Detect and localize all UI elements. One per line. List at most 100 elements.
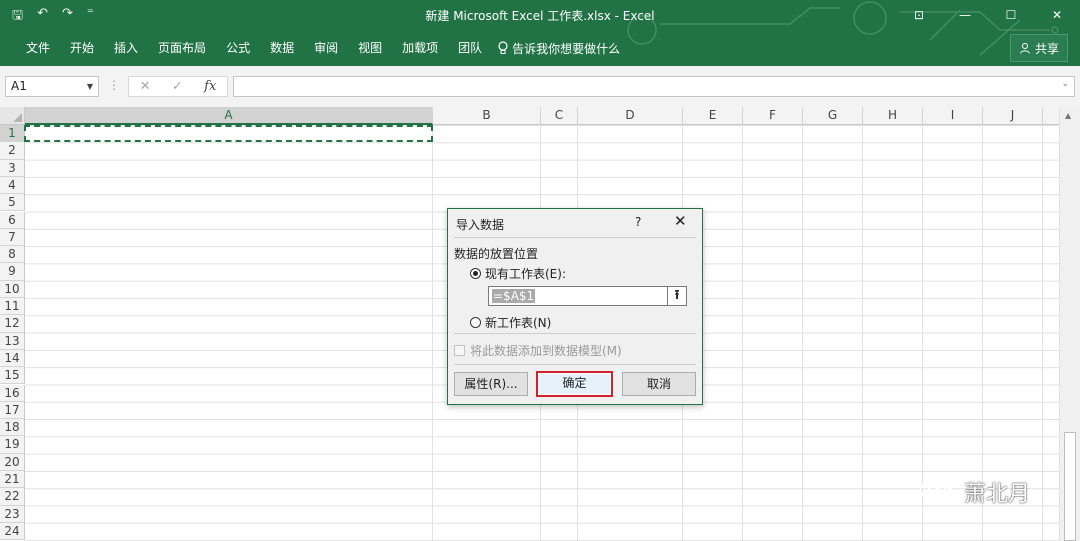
column-header-i[interactable]: I xyxy=(923,107,983,125)
row-header[interactable]: 10 xyxy=(0,280,25,298)
ribbon-tabs: 文件 开始 插入 页面布局 公式 数据 审阅 视图 加载项 团队 告诉我你想要做… xyxy=(16,38,620,58)
minimize-icon[interactable]: — xyxy=(942,0,988,30)
checkbox-icon xyxy=(454,345,465,356)
tab-file[interactable]: 文件 xyxy=(16,38,60,58)
reference-input[interactable]: =$A$1 xyxy=(488,286,668,306)
name-box-value: A1 xyxy=(11,79,27,93)
vertical-scrollbar[interactable]: ▲ xyxy=(1059,107,1080,541)
watermark-text: 萧北月 xyxy=(964,482,1031,507)
tell-me-label: 告诉我你想要做什么 xyxy=(512,41,621,56)
watermark: 萧北月 xyxy=(918,476,1030,508)
tab-formulas[interactable]: 公式 xyxy=(216,38,260,58)
column-header-f[interactable]: F xyxy=(743,107,803,125)
radio-existing-label: 现有工作表(E): xyxy=(485,267,566,281)
tab-insert[interactable]: 插入 xyxy=(104,38,148,58)
reference-value: =$A$1 xyxy=(492,289,536,303)
column-header-partial[interactable] xyxy=(1043,107,1060,125)
column-header-e[interactable]: E xyxy=(683,107,743,125)
row-header[interactable]: 3 xyxy=(0,159,25,177)
row-header[interactable]: 22 xyxy=(0,488,25,506)
radio-new-label: 新工作表(N) xyxy=(485,316,552,330)
row-header[interactable]: 6 xyxy=(0,211,25,229)
dialog-close-icon[interactable]: ✕ xyxy=(674,212,687,230)
gridline xyxy=(1042,125,1043,541)
tab-home[interactable]: 开始 xyxy=(60,38,104,58)
tab-team[interactable]: 团队 xyxy=(448,38,492,58)
scrollbar-thumb[interactable] xyxy=(1064,432,1076,541)
row-header[interactable]: 15 xyxy=(0,367,25,385)
column-header-d[interactable]: D xyxy=(578,107,683,125)
ribbon-display-options-icon[interactable]: ⊡ xyxy=(896,0,942,30)
add-to-data-model-checkbox: 将此数据添加到数据模型(M) xyxy=(454,342,622,359)
row-header[interactable]: 18 xyxy=(0,419,25,437)
row-header[interactable]: 23 xyxy=(0,505,25,523)
name-box[interactable]: A1 ▼ xyxy=(5,76,99,97)
row-header[interactable]: 11 xyxy=(0,298,25,316)
formula-bar: A1 ▼ ⋮ ✕ ✓ fx ⌄ xyxy=(0,66,1080,108)
tab-data[interactable]: 数据 xyxy=(260,38,304,58)
row-header[interactable]: 20 xyxy=(0,453,25,471)
properties-button[interactable]: 属性(R)... xyxy=(454,372,528,396)
dialog-title: 导入数据 xyxy=(456,218,505,232)
row-header[interactable]: 13 xyxy=(0,332,25,350)
formula-input[interactable]: ⌄ xyxy=(233,76,1075,97)
row-header[interactable]: 7 xyxy=(0,228,25,247)
select-all-corner[interactable] xyxy=(0,107,25,125)
tab-review[interactable]: 审阅 xyxy=(304,38,348,58)
row-header[interactable]: 17 xyxy=(0,401,25,420)
row-header[interactable]: 5 xyxy=(0,194,25,212)
gridline xyxy=(862,125,863,541)
selected-cell-a1[interactable] xyxy=(24,125,433,142)
divider xyxy=(454,364,696,365)
row-header[interactable]: 12 xyxy=(0,315,25,333)
tab-view[interactable]: 视图 xyxy=(348,38,392,58)
column-header-b[interactable]: B xyxy=(433,107,541,125)
row-header[interactable]: 14 xyxy=(0,349,25,368)
radio-selected-icon xyxy=(470,268,481,279)
radio-unselected-icon xyxy=(470,317,481,328)
scroll-up-icon[interactable]: ▲ xyxy=(1065,111,1071,120)
row-header[interactable]: 9 xyxy=(0,263,25,281)
close-icon[interactable]: ✕ xyxy=(1034,0,1080,30)
column-header-g[interactable]: G xyxy=(803,107,863,125)
row-header[interactable]: 19 xyxy=(0,436,25,454)
cancel-entry-icon[interactable]: ✕ xyxy=(140,79,151,94)
ribbon-tabs-bar: 文件 开始 插入 页面布局 公式 数据 审阅 视图 加载项 团队 告诉我你想要做… xyxy=(0,30,1080,66)
row-header[interactable]: 16 xyxy=(0,384,25,402)
chevron-down-icon[interactable]: ▼ xyxy=(87,77,93,96)
person-icon xyxy=(1019,43,1030,54)
cancel-button[interactable]: 取消 xyxy=(622,372,696,396)
column-header-a[interactable]: A xyxy=(25,107,433,125)
column-header-c[interactable]: C xyxy=(541,107,578,125)
wechat-icon xyxy=(920,480,955,504)
row-header[interactable]: 4 xyxy=(0,176,25,195)
divider xyxy=(454,237,696,238)
add-to-data-model-label: 将此数据添加到数据模型(M) xyxy=(470,344,622,358)
enter-entry-icon[interactable]: ✓ xyxy=(172,79,183,94)
insert-function-icon[interactable]: fx xyxy=(204,79,216,94)
column-header-h[interactable]: H xyxy=(863,107,923,125)
formula-buttons: ✕ ✓ fx xyxy=(128,76,228,97)
placement-group-label: 数据的放置位置 xyxy=(454,247,539,261)
tab-page-layout[interactable]: 页面布局 xyxy=(148,38,216,58)
ok-button[interactable]: 确定 xyxy=(536,371,613,397)
row-header[interactable]: 24 xyxy=(0,522,25,541)
row-header[interactable]: 2 xyxy=(0,142,25,160)
help-icon[interactable]: ? xyxy=(635,215,641,229)
tell-me-box[interactable]: 告诉我你想要做什么 xyxy=(498,38,620,58)
expand-formula-bar-icon[interactable]: ⌄ xyxy=(1061,79,1069,89)
column-header-j[interactable]: J xyxy=(983,107,1043,125)
gridline xyxy=(742,125,743,541)
collapse-dialog-icon[interactable]: ⭱ xyxy=(667,286,687,306)
tab-add-ins[interactable]: 加载项 xyxy=(392,38,448,58)
row-header[interactable]: 21 xyxy=(0,471,25,489)
row-header[interactable]: 1 xyxy=(0,125,25,143)
radio-new-sheet[interactable]: 新工作表(N) xyxy=(470,314,551,331)
share-button[interactable]: 共享 xyxy=(1009,34,1068,62)
gridline xyxy=(432,125,433,541)
maximize-icon[interactable]: ☐ xyxy=(988,0,1034,30)
title-bar: 🖫 ↶ ↷ ⁼ 新建 Microsoft Excel 工作表.xlsx - Ex… xyxy=(0,0,1080,30)
row-header[interactable]: 8 xyxy=(0,246,25,264)
lightbulb-icon xyxy=(498,41,508,54)
radio-existing-sheet[interactable]: 现有工作表(E): xyxy=(470,265,566,282)
